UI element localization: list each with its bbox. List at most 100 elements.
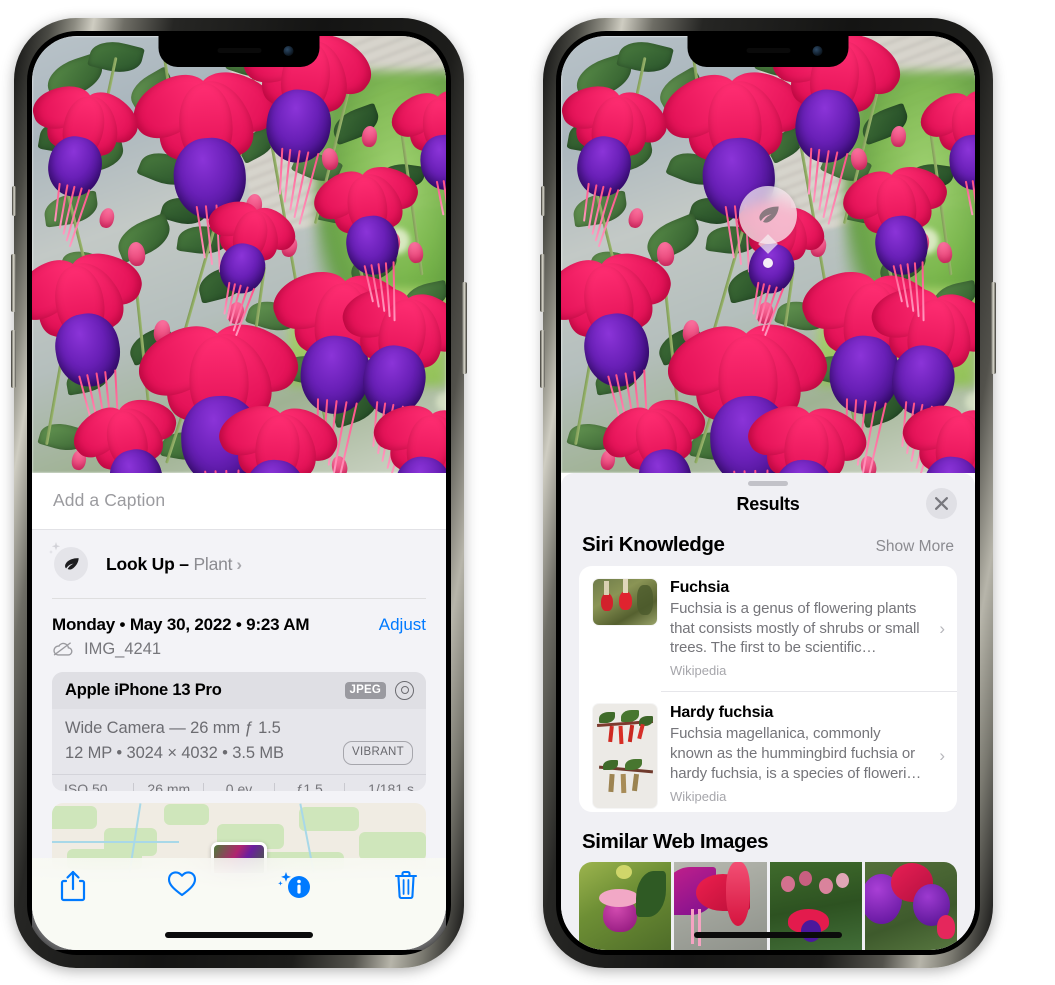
badge-anchor-dot xyxy=(763,258,773,268)
exif-shutter: 1/181 s xyxy=(368,781,415,791)
home-indicator[interactable] xyxy=(165,932,313,938)
notch xyxy=(158,36,320,67)
adjust-button[interactable]: Adjust xyxy=(379,615,426,635)
volume-down-button[interactable] xyxy=(540,330,545,388)
front-camera-icon xyxy=(283,46,294,56)
visual-lookup-badge[interactable] xyxy=(739,186,797,254)
date-row: Monday • May 30, 2022 • 9:23 AM Adjust xyxy=(32,599,446,635)
format-badge: JPEG xyxy=(344,681,386,699)
similar-web-images-header: Similar Web Images xyxy=(561,812,975,862)
exif-aperture: ƒ1.5 xyxy=(295,781,323,791)
size-line-row: 12 MP • 3024 × 4032 • 3.5 MB VIBRANT xyxy=(65,741,413,766)
favorite-button[interactable] xyxy=(167,870,197,898)
close-button[interactable] xyxy=(926,487,957,519)
knowledge-thumbnail xyxy=(593,704,657,809)
photo-fuchsia-flower xyxy=(740,396,876,473)
similar-web-images-title: Similar Web Images xyxy=(582,829,769,853)
photo-viewer[interactable] xyxy=(32,36,446,473)
screenshot-canvas: Add a Caption Look Up – Plant › Monday •… xyxy=(0,0,1055,985)
photo-viewer[interactable] xyxy=(561,36,975,473)
siri-knowledge-card: Fuchsia Fuchsia is a genus of flowering … xyxy=(579,565,957,812)
leaf-icon xyxy=(758,206,779,223)
notch xyxy=(687,36,849,67)
knowledge-description: Fuchsia is a genus of flowering plants t… xyxy=(670,599,920,657)
metadata-header: Apple iPhone 13 Pro JPEG xyxy=(52,671,426,709)
look-up-label: Look Up – Plant › xyxy=(106,554,242,575)
file-row: IMG_4241 xyxy=(32,635,446,672)
info-button[interactable] xyxy=(277,870,313,902)
sheet-header: Results xyxy=(561,486,975,527)
knowledge-item-fuchsia[interactable]: Fuchsia Fuchsia is a genus of flowering … xyxy=(579,566,957,691)
knowledge-source: Wikipedia xyxy=(670,663,727,679)
knowledge-text: Fuchsia Fuchsia is a genus of flowering … xyxy=(670,579,924,678)
metadata-body: Wide Camera — 26 mm ƒ 1.5 12 MP • 3024 ×… xyxy=(52,709,426,775)
siri-knowledge-title: Siri Knowledge xyxy=(582,532,725,556)
exif-row: ISO 50 26 mm 0 ev ƒ1.5 1/181 s xyxy=(52,774,426,791)
icloud-slash-icon xyxy=(53,642,73,657)
siri-knowledge-header: Siri Knowledge Show More xyxy=(561,527,975,566)
volume-up-button[interactable] xyxy=(11,254,16,312)
knowledge-text: Hardy fuchsia Fuchsia magellanica, commo… xyxy=(670,704,924,803)
photo-fuchsia-flower xyxy=(211,396,347,473)
look-up-subject: Plant xyxy=(193,553,233,574)
camera-metadata-card[interactable]: Apple iPhone 13 Pro JPEG Wide Camera — 2… xyxy=(52,671,426,791)
size-line: 12 MP • 3024 × 4032 • 3.5 MB xyxy=(65,743,284,762)
look-up-icon-wrap xyxy=(49,542,90,583)
caption-placeholder: Add a Caption xyxy=(53,490,166,510)
aperture-icon xyxy=(395,680,414,700)
share-button[interactable] xyxy=(60,870,86,902)
left-phone-bezel: Add a Caption Look Up – Plant › Monday •… xyxy=(27,31,451,955)
lens-line: Wide Camera — 26 mm ƒ 1.5 xyxy=(65,718,281,737)
right-phone-device: Results Siri Knowledge Show More Fuchsia… xyxy=(540,18,996,968)
knowledge-item-hardy-fuchsia[interactable]: Hardy fuchsia Fuchsia magellanica, commo… xyxy=(579,691,957,811)
style-badge: VIBRANT xyxy=(343,741,413,765)
sheet-title: Results xyxy=(736,493,800,514)
volume-down-button[interactable] xyxy=(11,330,16,388)
left-phone-screen: Add a Caption Look Up – Plant › Monday •… xyxy=(32,36,446,950)
exif-ev: 0 ev xyxy=(225,781,253,791)
look-up-label-main: Look Up – xyxy=(106,553,194,574)
front-camera-icon xyxy=(812,46,823,56)
knowledge-source: Wikipedia xyxy=(670,788,727,804)
earpiece-speaker xyxy=(746,48,790,53)
power-button[interactable] xyxy=(462,282,467,374)
exif-focal: 26 mm xyxy=(147,781,191,791)
photo-fuchsia-flower xyxy=(897,397,975,473)
trash-icon xyxy=(394,870,418,900)
photo-fuchsia-flower xyxy=(561,245,677,444)
leaf-icon-circle xyxy=(54,547,88,581)
lens-line-row: Wide Camera — 26 mm ƒ 1.5 xyxy=(65,716,413,741)
leaf-icon xyxy=(64,557,79,569)
delete-button[interactable] xyxy=(394,870,418,900)
right-phone-screen: Results Siri Knowledge Show More Fuchsia… xyxy=(561,36,975,950)
knowledge-title: Fuchsia xyxy=(670,578,730,596)
silent-switch[interactable] xyxy=(12,186,16,216)
heart-icon xyxy=(167,871,196,897)
power-button[interactable] xyxy=(991,282,996,374)
caption-input[interactable]: Add a Caption xyxy=(32,473,446,530)
info-sparkle-icon xyxy=(278,872,311,898)
photo-fuchsia-flower xyxy=(368,397,446,473)
web-image-thumb[interactable] xyxy=(579,861,672,950)
metadata-badges: JPEG xyxy=(344,680,414,700)
photo-date: Monday • May 30, 2022 • 9:23 AM xyxy=(52,614,310,634)
knowledge-title: Hardy fuchsia xyxy=(670,704,774,722)
chevron-right-icon: › xyxy=(939,618,945,638)
photo-fuchsia-flower xyxy=(835,160,952,322)
exif-iso: ISO 50 xyxy=(64,781,108,791)
device-name: Apple iPhone 13 Pro xyxy=(65,680,222,699)
results-sheet: Results Siri Knowledge Show More Fuchsia… xyxy=(561,473,975,950)
web-image-thumb[interactable] xyxy=(864,861,957,950)
show-more-button[interactable]: Show More xyxy=(876,538,954,556)
look-up-row[interactable]: Look Up – Plant › xyxy=(32,530,446,598)
share-icon xyxy=(60,870,86,902)
close-icon xyxy=(935,496,948,510)
volume-up-button[interactable] xyxy=(540,254,545,312)
home-indicator[interactable] xyxy=(694,932,842,938)
left-phone-device: Add a Caption Look Up – Plant › Monday •… xyxy=(11,18,467,968)
photo-fuchsia-flower xyxy=(32,245,148,444)
chevron-right-icon: › xyxy=(236,554,242,574)
file-name: IMG_4241 xyxy=(84,639,162,658)
silent-switch[interactable] xyxy=(541,186,545,216)
knowledge-description: Fuchsia magellanica, commonly known as t… xyxy=(670,725,922,782)
